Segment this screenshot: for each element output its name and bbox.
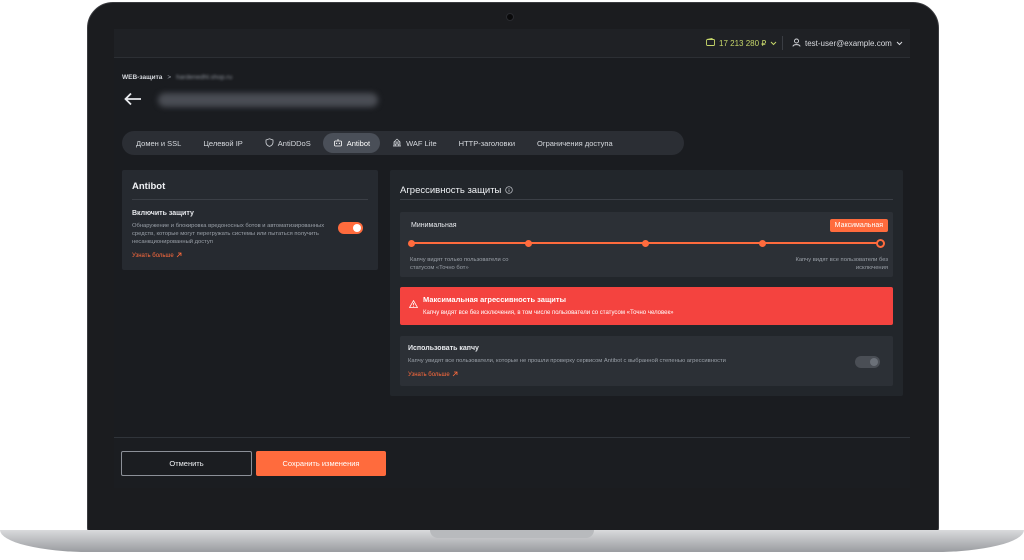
breadcrumb-separator: > [167,74,172,81]
captcha-card: Использовать капчу Капчу увидят все поль… [400,336,893,386]
top-bar: 17 213 280 ₽ test-user@example.com [114,29,910,58]
divider [132,199,368,200]
breadcrumb-section[interactable]: WEB-защита [122,74,162,81]
divider [782,36,783,50]
tab-target-ip[interactable]: Целевой IP [193,133,252,153]
enable-protection-label: Включить защиту [132,210,194,217]
balance-dropdown[interactable]: 17 213 280 ₽ [706,37,777,48]
footer-bar: Отменить Сохранить изменения [114,437,910,488]
slider-level-dot[interactable] [407,239,415,247]
toggle-knob [870,358,878,366]
min-label: Минимальная [411,222,457,229]
app-screen: 17 213 280 ₽ test-user@example.com WEB-з… [114,29,910,488]
cancel-button[interactable]: Отменить [121,451,252,476]
user-menu[interactable]: test-user@example.com [792,38,903,49]
slider-level-dot[interactable] [642,239,649,247]
tab-label: Целевой IP [203,138,243,148]
balance-value: 17 213 280 ₽ [719,38,767,48]
firewall-icon [392,138,402,149]
tab-bar: Домен и SSL Целевой IP AntiDDoS Antibot … [122,131,684,155]
aggressiveness-slider[interactable] [407,238,885,248]
info-icon[interactable] [505,181,514,199]
tab-http-headers[interactable]: HTTP-заголовки [449,133,525,153]
antibot-panel: Antibot Включить защиту Обнаружение и бл… [122,170,378,270]
captcha-learn-more-link[interactable]: Узнать больше [408,371,458,379]
learn-more-label: Узнать больше [132,253,174,259]
laptop-notch [430,530,594,538]
breadcrumb-current: hardenedhl.shop.ru [176,74,233,81]
chevron-down-icon [770,39,777,48]
tab-label: HTTP-заголовки [458,138,516,148]
tab-domain-ssl[interactable]: Домен и SSL [126,133,191,153]
wallet-icon [706,37,715,48]
back-arrow-icon[interactable] [124,92,142,109]
tab-waf-lite[interactable]: WAF Lite [382,133,447,153]
learn-more-link[interactable]: Узнать больше [132,252,182,260]
min-hint: Капчу видят только пользователи со стату… [410,257,509,271]
antibot-description: Обнаружение и блокировка вредоносных бот… [132,223,325,245]
tab-antiddos[interactable]: AntiDDoS [255,133,321,153]
max-hint: Капчу видят все пользователи без исключе… [795,257,888,271]
chevron-down-icon [896,39,903,48]
enable-protection-toggle[interactable] [338,222,363,234]
tab-label: WAF Lite [406,138,437,148]
tab-label: Ограничения доступа [537,138,613,148]
alert-title: Максимальная агрессивность защиты [423,295,566,304]
camera-icon [506,13,514,21]
aggressiveness-title: Агрессивность защиты [400,184,502,196]
tab-antibot[interactable]: Antibot [322,133,381,153]
learn-more-label: Узнать больше [408,372,450,378]
aggressiveness-header: Агрессивность защиты [400,181,514,199]
toggle-knob [353,224,361,232]
page-title-redacted [158,93,378,107]
captcha-title: Использовать капчу [408,345,479,352]
max-badge: Максимальная [829,219,888,232]
shield-icon [265,137,274,149]
user-email: test-user@example.com [805,39,892,48]
tab-label: Antibot [346,138,371,148]
tab-access-restrictions[interactable]: Ограничения доступа [527,133,623,153]
aggressiveness-panel: Агрессивность защиты Минимальная Максима… [390,170,903,396]
captcha-description: Капчу увидят все пользователи, которые н… [408,358,726,364]
aggressiveness-slider-card: Минимальная Максимальная Капчу видят тол… [400,212,893,277]
warning-icon [408,295,419,313]
slider-level-dot[interactable] [875,238,885,248]
alert-text: Капчу видят все без исключения, в том чи… [423,310,674,316]
warning-alert: Максимальная агрессивность защиты Капчу … [400,287,893,325]
breadcrumb: WEB-защита > hardenedhl.shop.ru [122,74,232,81]
tab-label: Домен и SSL [136,138,182,148]
arrow-up-right-icon [176,252,182,260]
user-icon [792,38,801,49]
slider-level-dot[interactable] [759,239,767,247]
tab-label: AntiDDoS [277,138,311,148]
slider-level-dot[interactable] [524,239,532,247]
antibot-title: Antibot [132,181,166,192]
save-button[interactable]: Сохранить изменения [256,451,386,476]
arrow-up-right-icon [452,371,458,379]
divider [400,199,893,200]
robot-icon [333,138,343,149]
use-captcha-toggle[interactable] [855,356,880,368]
